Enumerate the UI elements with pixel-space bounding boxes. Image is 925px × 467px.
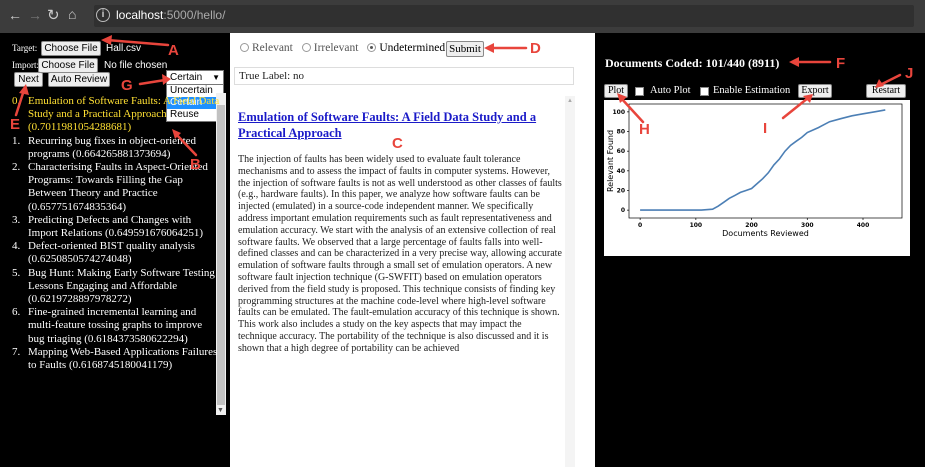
annotation-b: B (190, 156, 201, 173)
annotation-arrows-layer (14, 35, 902, 157)
annotation-c: C (392, 135, 403, 152)
arrow-i (781, 96, 810, 120)
annotation-g: G (121, 77, 133, 94)
annotation-i: I (763, 120, 768, 137)
annotation-d: D (530, 40, 541, 57)
annotation-j: J (905, 65, 914, 82)
arrow-g (138, 78, 167, 86)
arrow-h (619, 96, 645, 124)
annotation-a: A (168, 42, 179, 59)
annotation-f: F (836, 55, 846, 72)
arrow-j (878, 73, 902, 87)
annotation-h: H (639, 121, 650, 138)
arrow-a (105, 38, 170, 47)
annotation-e: E (10, 116, 21, 133)
arrow-b (173, 131, 198, 157)
